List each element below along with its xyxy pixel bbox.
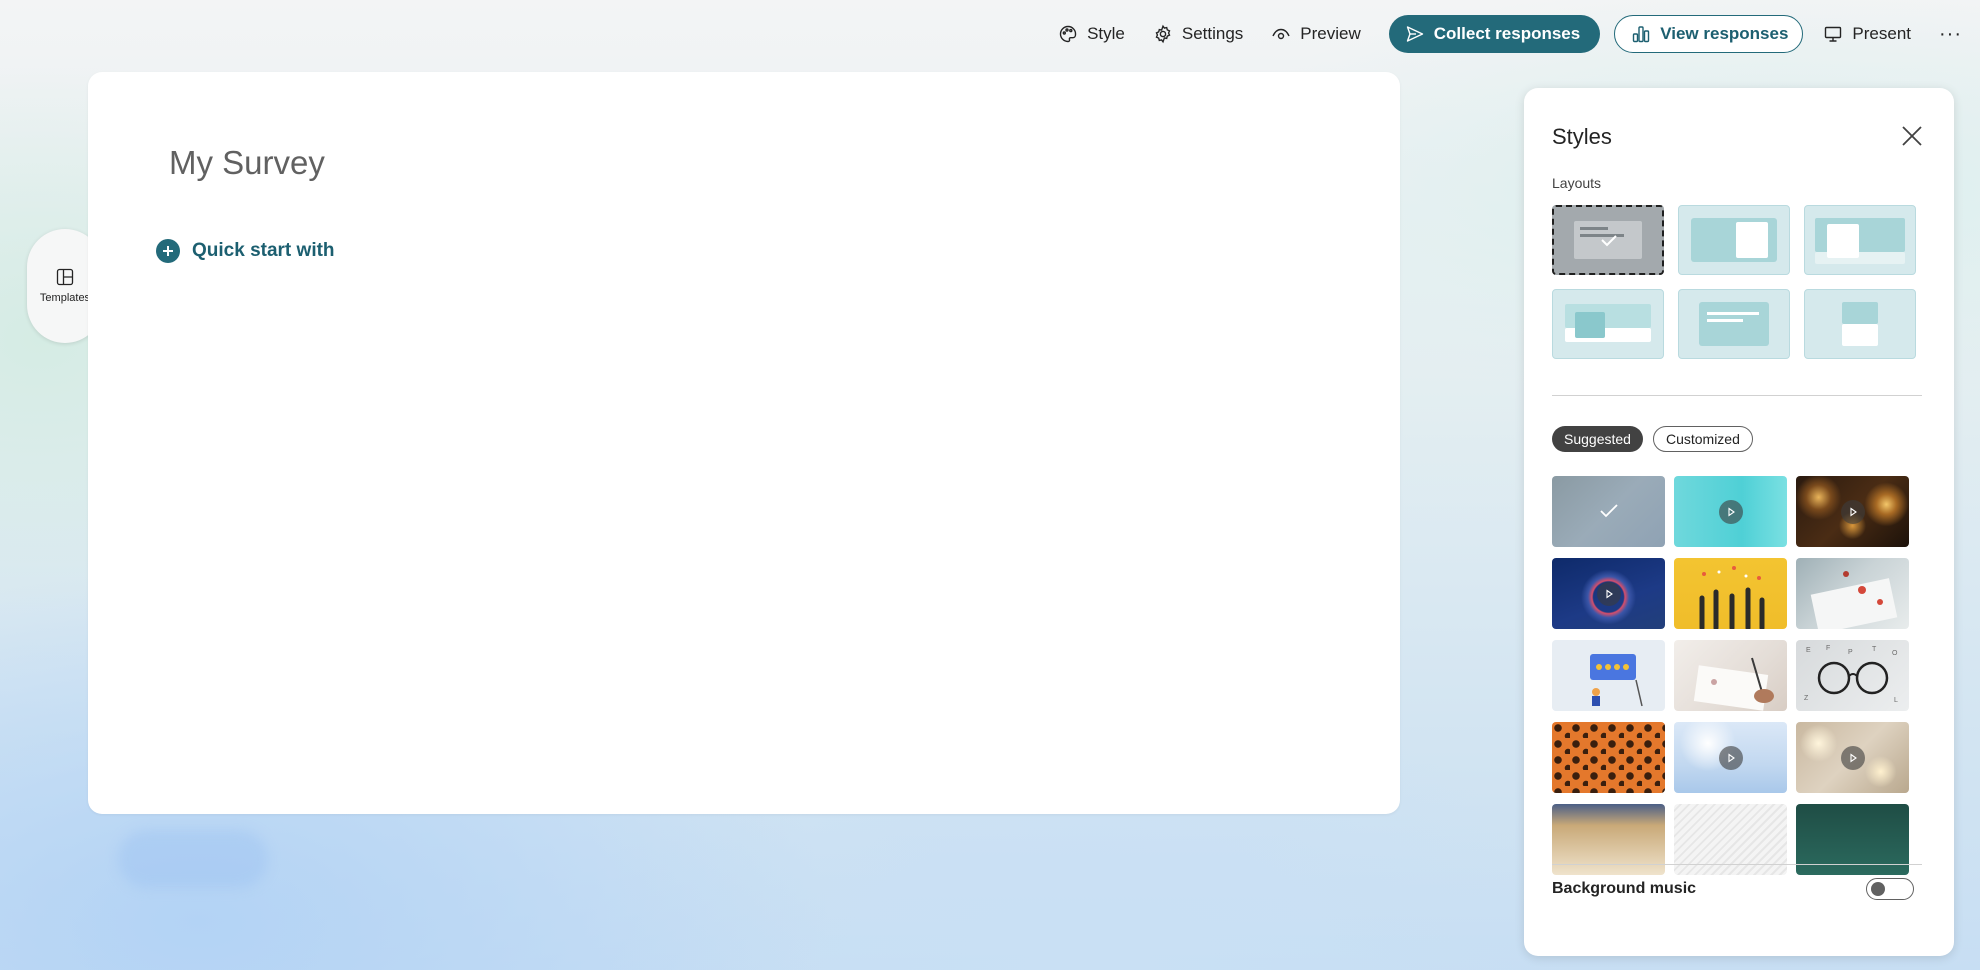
close-icon xyxy=(1902,126,1922,146)
svg-text:F: F xyxy=(1826,645,1830,652)
background-theme-writing[interactable] xyxy=(1674,640,1787,711)
background-theme-celebration[interactable] xyxy=(1674,558,1787,629)
background-theme-orange-pattern[interactable] xyxy=(1552,722,1665,793)
present-label: Present xyxy=(1852,24,1912,43)
survey-title[interactable]: My Survey xyxy=(169,144,325,182)
check-icon xyxy=(1600,504,1618,518)
close-panel-button[interactable] xyxy=(1898,122,1926,150)
background-theme-default[interactable] xyxy=(1552,476,1665,547)
settings-button[interactable]: Settings xyxy=(1139,15,1257,53)
gear-icon xyxy=(1155,24,1171,44)
more-icon: ··· xyxy=(1939,22,1962,45)
section-divider xyxy=(1552,395,1922,396)
play-icon xyxy=(1718,745,1743,770)
survey-canvas: My Survey Quick start with xyxy=(88,72,1400,814)
toggle-knob xyxy=(1871,882,1885,896)
background-theme-sparkler-video[interactable] xyxy=(1796,476,1909,547)
style-button[interactable]: Style xyxy=(1044,15,1139,53)
layout-options xyxy=(1552,205,1916,359)
view-responses-button[interactable]: View responses xyxy=(1614,15,1804,53)
svg-text:O: O xyxy=(1892,650,1898,657)
svg-text:P: P xyxy=(1848,649,1853,656)
chart-bar-icon xyxy=(1633,26,1650,43)
styles-panel: Styles Layouts Suggested Customized E F … xyxy=(1524,88,1954,956)
plus-icon xyxy=(156,239,180,263)
tab-customized[interactable]: Customized xyxy=(1652,426,1753,452)
glasses-illustration: E F P T O Z L xyxy=(1804,645,1898,704)
background-gallery: E F P T O Z L xyxy=(1552,476,1922,922)
layout-option-image-top[interactable] xyxy=(1804,289,1916,359)
layout-option-text-only[interactable] xyxy=(1552,205,1664,275)
svg-text:E: E xyxy=(1806,647,1811,654)
layout-option-image-left[interactable] xyxy=(1552,289,1664,359)
play-icon xyxy=(1596,581,1621,606)
layout-preview xyxy=(1842,302,1878,346)
panel-title: Styles xyxy=(1552,124,1612,149)
layout-preview xyxy=(1699,302,1769,346)
background-theme-pins[interactable] xyxy=(1796,558,1909,629)
background-theme-aqua-video[interactable] xyxy=(1674,476,1787,547)
palette-icon xyxy=(1059,25,1077,43)
hands-illustration xyxy=(1699,566,1765,629)
layout-option-image-banner[interactable] xyxy=(1804,205,1916,275)
monitor-icon xyxy=(1825,26,1842,42)
play-icon xyxy=(1840,745,1865,770)
writing-illustration xyxy=(1693,657,1774,711)
background-music-toggle[interactable] xyxy=(1866,878,1914,900)
preview-button[interactable]: Preview xyxy=(1257,15,1374,53)
section-divider xyxy=(1552,864,1922,865)
svg-text:T: T xyxy=(1872,646,1877,653)
layouts-heading: Layouts xyxy=(1552,175,1602,191)
collect-responses-button[interactable]: Collect responses xyxy=(1388,15,1601,53)
template-icon xyxy=(56,268,74,286)
eye-icon xyxy=(1272,28,1290,40)
layout-preview xyxy=(1815,218,1905,264)
layout-option-image-right[interactable] xyxy=(1678,205,1790,275)
play-icon xyxy=(1718,499,1743,524)
background-theme-glasses[interactable]: E F P T O Z L xyxy=(1796,640,1909,711)
templates-label: Templates xyxy=(39,292,91,304)
layout-preview xyxy=(1565,304,1651,342)
style-label: Style xyxy=(1087,24,1125,43)
background-blob xyxy=(118,830,268,888)
quick-start-label: Quick start with xyxy=(192,240,335,261)
tab-suggested[interactable]: Suggested xyxy=(1552,426,1643,452)
background-theme-ferris-wheel-video[interactable] xyxy=(1552,558,1665,629)
svg-text:L: L xyxy=(1894,697,1898,704)
pins-illustration xyxy=(1810,571,1898,629)
present-button[interactable]: Present xyxy=(1809,15,1925,53)
more-options-button[interactable]: ··· xyxy=(1925,15,1980,53)
background-music-label: Background music xyxy=(1552,880,1697,897)
layout-option-centered-text[interactable] xyxy=(1678,289,1790,359)
svg-text:Z: Z xyxy=(1804,695,1809,702)
rating-illustration xyxy=(1590,654,1643,707)
layout-preview xyxy=(1691,218,1777,262)
preview-label: Preview xyxy=(1300,24,1361,43)
background-theme-rating[interactable] xyxy=(1552,640,1665,711)
background-theme-snow-video[interactable] xyxy=(1674,722,1787,793)
settings-label: Settings xyxy=(1181,24,1244,43)
view-responses-label: View responses xyxy=(1660,24,1789,43)
layout-preview xyxy=(1574,221,1642,259)
quick-start-button[interactable]: Quick start with xyxy=(156,239,335,263)
top-toolbar: Style Settings Preview Collect responses… xyxy=(1044,14,1980,54)
collect-responses-label: Collect responses xyxy=(1433,24,1581,43)
send-icon xyxy=(1406,26,1423,42)
play-icon xyxy=(1840,499,1865,524)
style-tabs: Suggested Customized xyxy=(1552,426,1753,452)
background-theme-bokeh-video[interactable] xyxy=(1796,722,1909,793)
